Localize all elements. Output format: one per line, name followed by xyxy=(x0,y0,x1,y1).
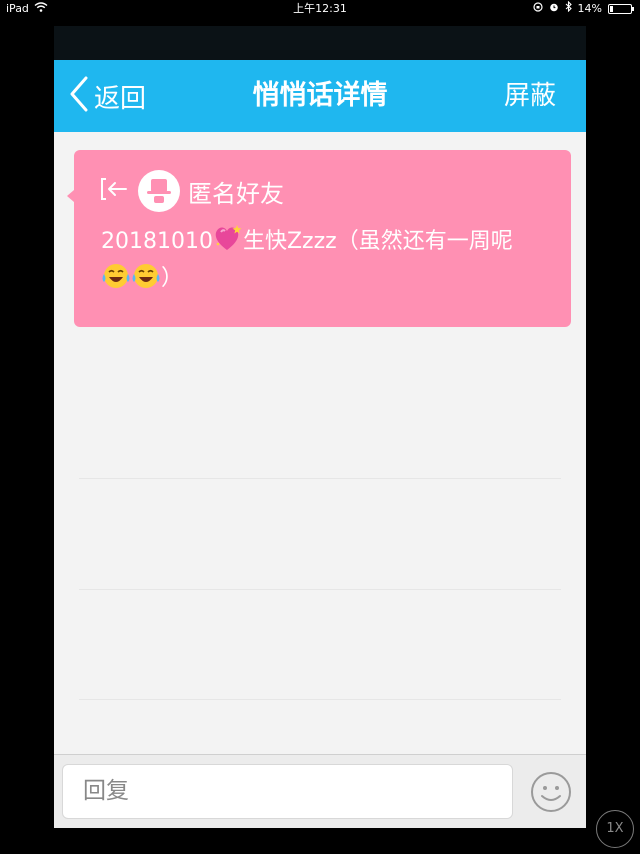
emoji-button[interactable] xyxy=(530,771,572,813)
message-list: 匿名好友 20181010 生快Zzzz（虽然还有一周呢） xyxy=(54,132,586,754)
message-bubble[interactable]: 匿名好友 20181010 生快Zzzz（虽然还有一周呢） xyxy=(67,150,571,327)
battery-percent: 14% xyxy=(577,2,602,15)
bubble-tail xyxy=(67,190,74,202)
anonymous-avatar xyxy=(138,170,180,212)
app-window: 返回 悄悄话详情 屏蔽 匿名好友 20181010 生快Zzzz（虽然还有一周呢… xyxy=(54,26,586,828)
incoming-arrow-icon xyxy=(100,176,130,206)
nav-bar: 返回 悄悄话详情 屏蔽 xyxy=(54,60,586,132)
sender-name: 匿名好友 xyxy=(188,179,284,208)
face-with-tears-of-joy-icon xyxy=(101,262,131,300)
sparkling-heart-icon xyxy=(213,224,243,262)
bluetooth-icon xyxy=(565,0,572,18)
message-header: 匿名好友 xyxy=(100,170,284,212)
status-right: 14% xyxy=(532,0,634,18)
orientation-lock-icon xyxy=(532,0,543,18)
smiley-icon xyxy=(530,772,572,817)
message-text-part1: 20181010 xyxy=(101,229,213,254)
block-button[interactable]: 屏蔽 xyxy=(504,60,556,132)
divider xyxy=(79,699,561,700)
message-text: 20181010 生快Zzzz（虽然还有一周呢） xyxy=(101,224,541,300)
reply-bar: 回复 xyxy=(54,754,586,828)
battery-icon xyxy=(608,4,634,14)
face-with-tears-of-joy-icon xyxy=(131,262,161,300)
reply-input[interactable]: 回复 xyxy=(62,764,513,819)
battery-level xyxy=(610,6,613,12)
divider xyxy=(79,478,561,479)
divider xyxy=(79,589,561,590)
alarm-icon xyxy=(549,0,559,18)
message-text-part2: 生快Zzzz（虽然还有一周呢 xyxy=(242,229,513,254)
zoom-1x-button[interactable]: 1X xyxy=(596,810,634,848)
app-top-strip xyxy=(54,26,586,60)
message-text-part3: ） xyxy=(161,266,184,291)
status-bar: iPad 上午12:31 14% xyxy=(0,0,640,18)
